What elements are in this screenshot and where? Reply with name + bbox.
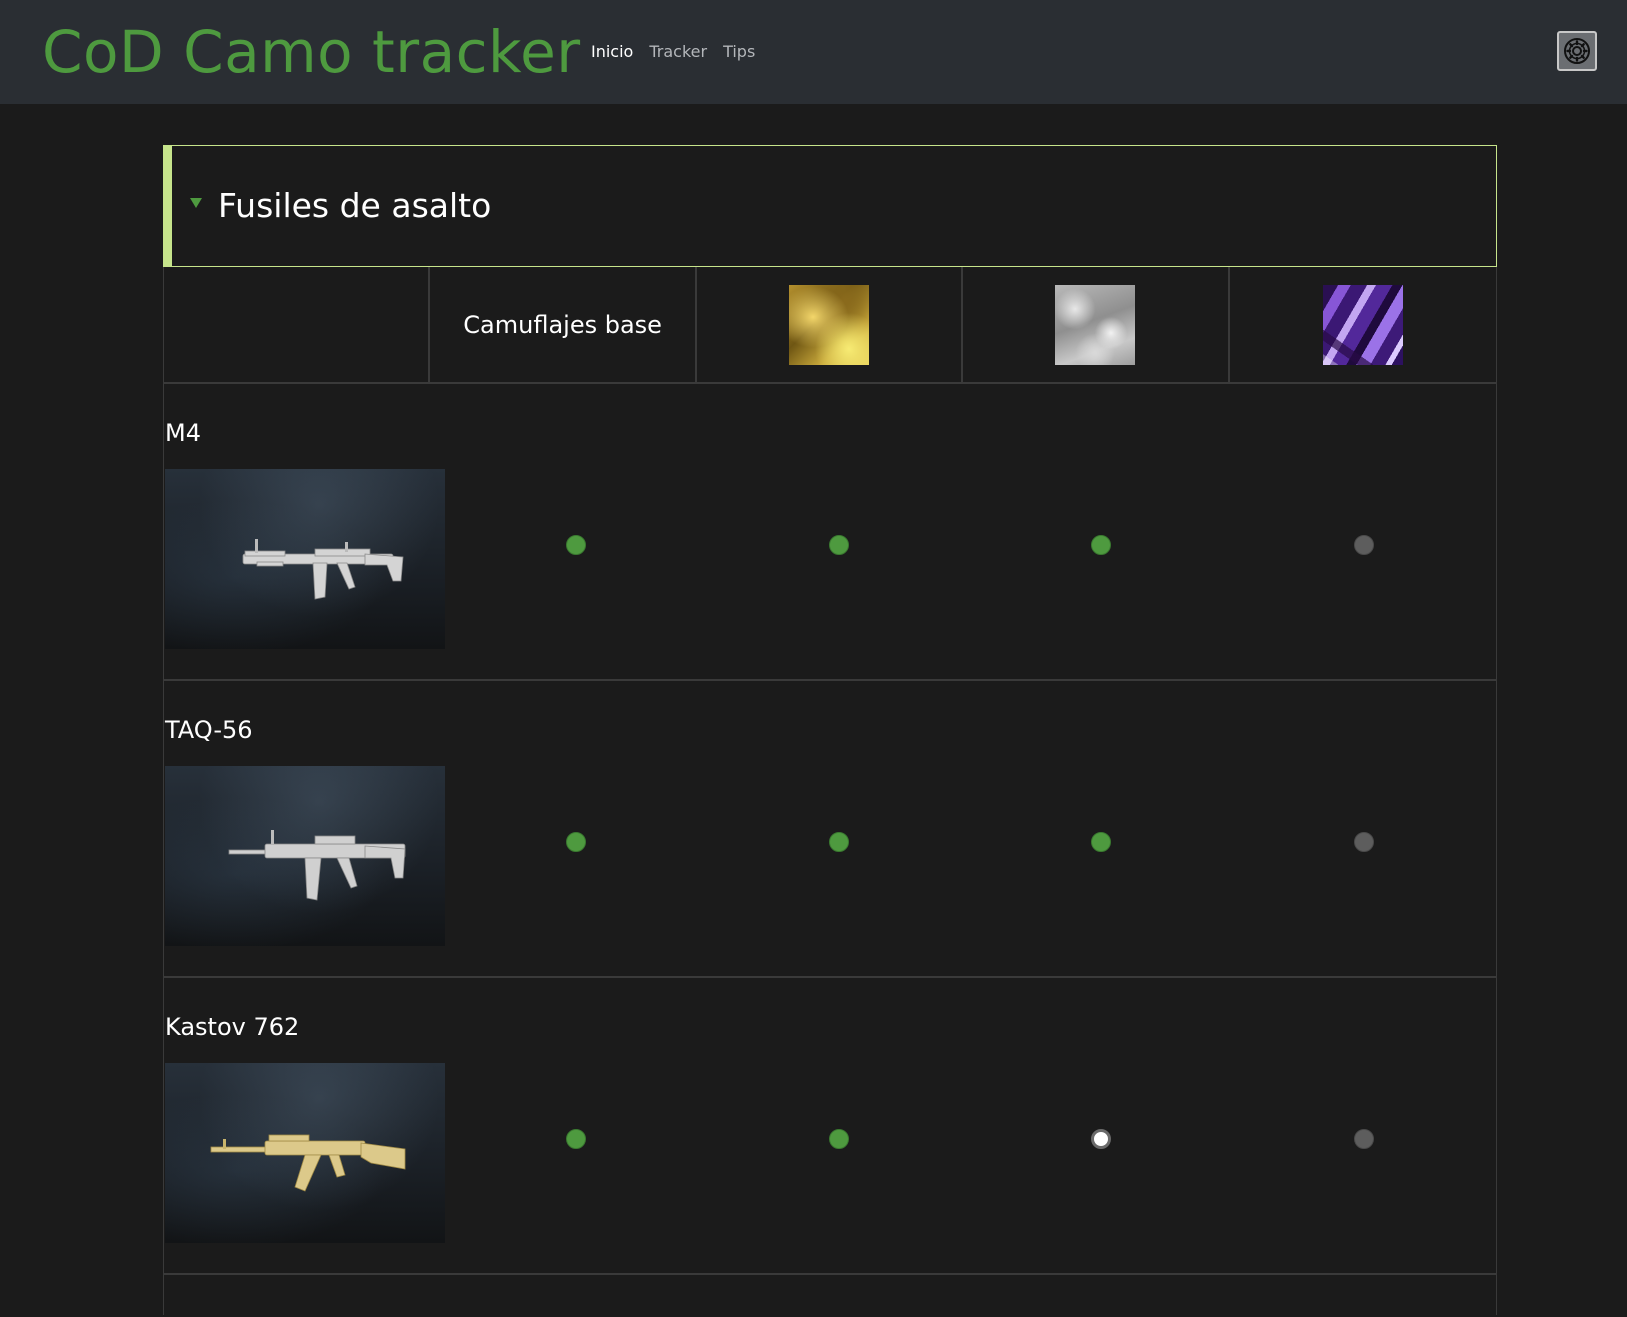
weapon-name: M4 [165, 419, 201, 447]
m4-rifle-image [165, 469, 445, 649]
camo-column-header-row: Camuflajes base [163, 267, 1497, 384]
kastov762-rifle-image [165, 1063, 445, 1243]
polyatomic-camo-status[interactable] [1354, 1129, 1374, 1149]
weapon-row-next [163, 1275, 1497, 1315]
column-header-platinum [963, 267, 1230, 382]
polyatomic-camo-swatch[interactable] [1322, 284, 1403, 365]
gear-icon [1564, 38, 1590, 64]
nav-link-tracker[interactable]: Tracker [649, 40, 707, 64]
column-header-polyatomic [1230, 267, 1496, 382]
settings-button[interactable] [1557, 31, 1597, 71]
gold-camo-swatch[interactable] [789, 284, 870, 365]
main-nav: Inicio Tracker Tips [591, 40, 771, 64]
weapon-category-assault-rifles: Fusiles de asalto Camuflajes base M4 TAQ… [163, 145, 1497, 1315]
base-camos-label: Camuflajes base [463, 310, 662, 339]
platinum-camo-status[interactable] [1091, 1129, 1111, 1149]
weapon-row-taq-56: TAQ-56 [163, 681, 1497, 978]
polyatomic-camo-status[interactable] [1354, 832, 1374, 852]
polyatomic-camo-status[interactable] [1354, 535, 1374, 555]
nav-link-inicio[interactable]: Inicio [591, 40, 633, 64]
platinum-camo-status[interactable] [1091, 832, 1111, 852]
platinum-camo-status[interactable] [1091, 535, 1111, 555]
category-header[interactable]: Fusiles de asalto [163, 145, 1497, 267]
category-title: Fusiles de asalto [218, 186, 492, 225]
gold-camo-status[interactable] [829, 535, 849, 555]
weapon-row-kastov-762: Kastov 762 [163, 978, 1497, 1275]
taq56-rifle-image [165, 766, 445, 946]
column-header-empty [164, 267, 431, 382]
top-navbar: CoD Camo tracker Inicio Tracker Tips [0, 0, 1627, 104]
gold-camo-status[interactable] [829, 832, 849, 852]
weapon-row-m4: M4 [163, 384, 1497, 681]
column-header-gold [697, 267, 964, 382]
column-header-base: Camuflajes base [430, 267, 697, 382]
base-camo-status[interactable] [566, 535, 586, 555]
gold-camo-status[interactable] [829, 1129, 849, 1149]
platinum-camo-swatch[interactable] [1055, 284, 1136, 365]
caret-down-icon [190, 198, 202, 208]
weapon-name: TAQ-56 [165, 716, 253, 744]
base-camo-status[interactable] [566, 1129, 586, 1149]
nav-link-tips[interactable]: Tips [723, 40, 755, 64]
base-camo-status[interactable] [566, 832, 586, 852]
weapon-name: Kastov 762 [165, 1013, 300, 1041]
brand-title[interactable]: CoD Camo tracker [42, 14, 581, 90]
